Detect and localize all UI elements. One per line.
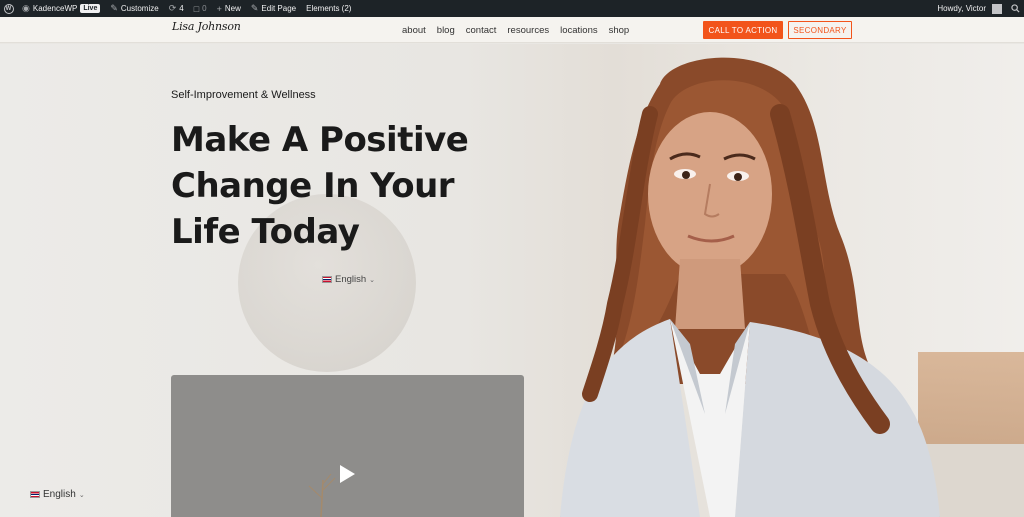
brush-icon: ✎ bbox=[110, 3, 118, 13]
hero-portrait-image bbox=[560, 57, 940, 517]
chevron-down-icon: ⌄ bbox=[369, 276, 376, 284]
play-icon[interactable] bbox=[338, 464, 356, 484]
plus-icon: + bbox=[216, 3, 222, 14]
elements-label: Elements (2) bbox=[306, 4, 352, 13]
new-label: New bbox=[224, 4, 241, 13]
wp-admin-bar: W ◉ KadenceWP Live ✎ Customize ⟳ 4 □ 0 +… bbox=[0, 0, 1024, 17]
nav-item-about[interactable]: about bbox=[402, 25, 426, 36]
uk-flag-icon bbox=[322, 276, 332, 283]
comments-count: 0 bbox=[202, 4, 207, 13]
primary-nav: about blog contact resources locations s… bbox=[402, 17, 629, 43]
uk-flag-icon bbox=[30, 491, 40, 498]
nav-item-blog[interactable]: blog bbox=[437, 25, 455, 36]
chevron-down-icon: ⌄ bbox=[78, 491, 85, 499]
updates-link[interactable]: ⟳ 4 bbox=[164, 0, 189, 17]
language-label: English bbox=[335, 274, 367, 285]
video-player[interactable] bbox=[171, 375, 524, 517]
nav-item-locations[interactable]: locations bbox=[560, 25, 598, 36]
new-content-link[interactable]: + New bbox=[212, 0, 246, 17]
edit-page-label: Edit Page bbox=[261, 4, 297, 13]
site-name-label: KadenceWP bbox=[32, 4, 78, 13]
language-switcher-inline[interactable]: English ⌄ bbox=[322, 274, 375, 285]
language-footer-label: English bbox=[43, 489, 76, 500]
nav-item-shop[interactable]: shop bbox=[609, 25, 630, 36]
pencil-icon: ✎ bbox=[250, 3, 259, 13]
site-logo[interactable]: Lisa Johnson bbox=[172, 20, 241, 33]
dashboard-icon: ◉ bbox=[22, 3, 30, 13]
wordpress-logo-button[interactable]: W bbox=[0, 0, 17, 17]
search-button[interactable] bbox=[1007, 0, 1024, 17]
live-badge: Live bbox=[80, 4, 101, 13]
site-header: Lisa Johnson about blog contact resource… bbox=[0, 17, 1024, 43]
language-switcher-footer[interactable]: English ⌄ bbox=[30, 489, 85, 500]
hero-kicker: Self-Improvement & Wellness bbox=[171, 89, 316, 101]
edit-page-link[interactable]: ✎ Edit Page bbox=[246, 0, 301, 17]
elements-link[interactable]: Elements (2) bbox=[301, 0, 356, 17]
my-account-link[interactable]: Howdy, Victor bbox=[932, 0, 1007, 17]
refresh-icon: ⟳ bbox=[168, 3, 177, 13]
customize-link[interactable]: ✎ Customize bbox=[105, 0, 163, 17]
avatar bbox=[992, 3, 1002, 14]
customize-label: Customize bbox=[120, 4, 159, 13]
secondary-button[interactable]: SECONDARY bbox=[788, 21, 852, 39]
hero-headline: Make A Positive Change In Your Life Toda… bbox=[171, 120, 469, 252]
nav-item-contact[interactable]: contact bbox=[466, 25, 497, 36]
updates-count: 4 bbox=[179, 4, 184, 13]
nav-item-resources[interactable]: resources bbox=[507, 25, 549, 36]
wordpress-icon: W bbox=[3, 3, 14, 14]
comment-icon: □ bbox=[193, 3, 200, 14]
call-to-action-button[interactable]: CALL TO ACTION bbox=[703, 21, 783, 39]
site-name-link[interactable]: ◉ KadenceWP Live bbox=[17, 0, 105, 17]
greeting-label: Howdy, Victor bbox=[937, 4, 986, 13]
search-icon bbox=[1011, 4, 1020, 13]
comments-link[interactable]: □ 0 bbox=[189, 0, 212, 17]
